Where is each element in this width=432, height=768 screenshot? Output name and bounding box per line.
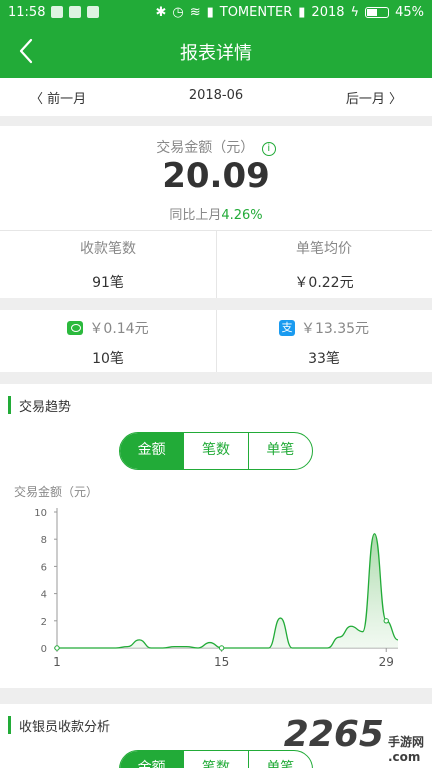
chart-y-label: 交易金额（元） bbox=[14, 485, 99, 499]
wechat-pay-icon bbox=[67, 321, 84, 335]
chevron-right-icon: 〉 bbox=[388, 92, 402, 107]
mom-label: 同比上月 bbox=[169, 208, 222, 223]
trend-card: 交易趋势 金额 笔数 单笔 交易金额（元） 0 2 4 6 8 10 1 15 29 bbox=[0, 384, 432, 688]
trend-section-header: 交易趋势 bbox=[0, 394, 71, 416]
info-icon[interactable]: i bbox=[261, 142, 276, 156]
notification-icon bbox=[69, 6, 82, 18]
trend-title: 交易趋势 bbox=[19, 399, 72, 415]
site-watermark: 2265 手游网 .com bbox=[284, 714, 424, 764]
notification-icon bbox=[51, 6, 64, 18]
watermark-number: 2265 bbox=[283, 714, 384, 755]
section-accent-bar bbox=[8, 396, 11, 414]
wechat-count: 10笔 bbox=[92, 351, 124, 367]
tab-amount[interactable]: 金额 bbox=[120, 751, 184, 768]
signal-icon: ▮ bbox=[298, 4, 306, 20]
y-tick-label: 4 bbox=[41, 590, 47, 601]
battery-icon bbox=[365, 6, 390, 18]
trend-metric-tabs: 金额 笔数 单笔 bbox=[119, 432, 313, 470]
watermark-site-name: 手游网 bbox=[387, 735, 424, 749]
data-point bbox=[383, 618, 389, 624]
mom-percent: 4.26% bbox=[221, 208, 263, 223]
alipay-amount: ￥13.35元 bbox=[300, 321, 370, 337]
x-tick-label: 1 bbox=[53, 655, 61, 669]
alipay-count: 33笔 bbox=[308, 351, 340, 367]
x-tick-label: 29 bbox=[379, 655, 394, 669]
wechat-amount: ￥0.14元 bbox=[89, 321, 149, 337]
charging-icon: ϟ bbox=[350, 4, 360, 20]
watermark-url: .com bbox=[387, 750, 421, 764]
watermark-text: 手游网 .com bbox=[388, 733, 424, 764]
avg-label: 单笔均价 bbox=[296, 241, 352, 257]
alarm-icon: ◷ bbox=[172, 4, 184, 20]
y-tick-label: 10 bbox=[34, 508, 47, 519]
tab-amount[interactable]: 金额 bbox=[120, 433, 184, 469]
y-tick-label: 2 bbox=[41, 617, 47, 628]
y-tick-label: 0 bbox=[41, 644, 47, 655]
summary-card: 交易金额（元） i 20.09 同比上月4.26% 收款笔数 91笔 单笔均价 … bbox=[0, 126, 432, 298]
amount-label: 交易金额（元） bbox=[156, 140, 255, 156]
y-tick-label: 8 bbox=[41, 535, 47, 546]
section-accent-bar bbox=[8, 716, 11, 734]
count-value: 91笔 bbox=[92, 275, 124, 291]
data-point bbox=[218, 645, 225, 651]
status-bar: 11:58 ✱ ◷ ≋ ▮ TOMENTER ▮ 2018 ϟ 45% bbox=[0, 0, 432, 24]
next-month-button[interactable]: 后一月 〉 bbox=[346, 88, 402, 107]
count-stat: 收款笔数 91笔 bbox=[0, 238, 216, 292]
x-tick-label: 15 bbox=[214, 655, 229, 669]
month-navigator: 〈 前一月 2018-06 后一月 〉 bbox=[0, 78, 432, 116]
alipay-channel: 支 ￥13.35元 33笔 bbox=[216, 318, 432, 368]
status-time: 11:58 bbox=[8, 4, 46, 20]
bluetooth-icon: ✱ bbox=[155, 4, 167, 20]
amount-label-row: 交易金额（元） i bbox=[0, 137, 432, 157]
tab-count[interactable]: 笔数 bbox=[183, 751, 247, 768]
month-over-month: 同比上月4.26% bbox=[0, 204, 432, 223]
payment-channels-card: ￥0.14元 10笔 支 ￥13.35元 33笔 bbox=[0, 310, 432, 372]
count-label: 收款笔数 bbox=[80, 241, 136, 257]
battery-percent: 45% bbox=[395, 4, 424, 20]
carrier-name: TOMENTER bbox=[219, 4, 293, 20]
data-point bbox=[54, 645, 60, 651]
tab-count[interactable]: 笔数 bbox=[183, 433, 247, 469]
page-title: 报表详情 bbox=[180, 43, 252, 64]
cashier-title: 收银员收款分析 bbox=[19, 719, 111, 735]
notification-icon bbox=[87, 6, 100, 18]
series-area bbox=[57, 533, 398, 648]
wechat-channel: ￥0.14元 10笔 bbox=[0, 318, 216, 368]
app-bar: 报表详情 bbox=[0, 24, 432, 78]
alipay-icon: 支 bbox=[278, 320, 295, 336]
wifi-icon: ≋ bbox=[189, 4, 201, 20]
y-tick-label: 6 bbox=[41, 562, 47, 573]
trend-chart: 0 2 4 6 8 10 1 15 29 bbox=[34, 508, 399, 669]
total-amount: 20.09 bbox=[162, 156, 270, 196]
tab-per-transaction[interactable]: 单笔 bbox=[247, 433, 312, 469]
carrier-name-2: 2018 bbox=[311, 4, 345, 20]
cashier-section-header: 收银员收款分析 bbox=[0, 714, 110, 736]
next-month-label: 后一月 bbox=[345, 92, 385, 107]
avg-stat: 单笔均价 ￥0.22元 bbox=[216, 238, 432, 292]
signal-icon: ▮ bbox=[206, 4, 214, 20]
avg-value: ￥0.22元 bbox=[294, 275, 354, 291]
